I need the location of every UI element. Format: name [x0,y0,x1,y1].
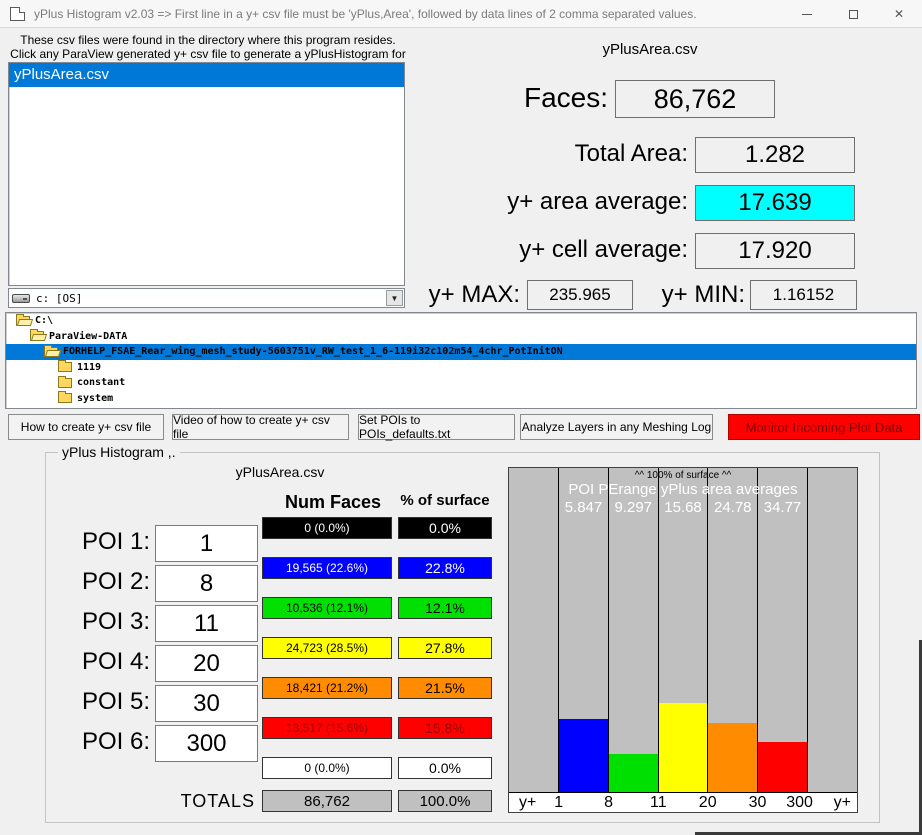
faces-cell-row5: 18,421 (21.2%) [262,677,392,699]
open-folder-icon [30,329,44,342]
faces-cell-row2: 19,565 (22.6%) [262,557,392,579]
poi-2-input[interactable] [155,565,258,602]
chart-plot-area [509,468,857,793]
totals-pct-cell: 100.0% [398,790,492,812]
closed-folder-icon [58,360,72,373]
pct-cell-row3: 12.1% [398,597,492,619]
total-area-label: Total Area: [574,140,688,167]
tree-item-system[interactable]: system [6,391,916,407]
faces-label: Faces: [523,82,608,113]
set-pois-defaults-button[interactable]: Set POIs to POIs_defaults.txt [358,413,515,441]
minimize-button[interactable] [784,0,830,28]
csv-file-list[interactable]: yPlusArea.csv [8,62,405,286]
faces-value: 86,762 [615,80,775,118]
pct-cell-row5: 21.5% [398,677,492,699]
directory-tree[interactable]: C:\ ParaView-DATA FORHELP_FSAE_Rear_wing… [5,312,917,409]
totals-faces-cell: 86,762 [262,790,392,812]
poi-4-label: POI 4: [81,648,150,675]
list-item-csv[interactable]: yPlusArea.csv [9,63,404,87]
area-average-label: y+ area average: [507,188,688,215]
chart-column [557,468,608,793]
chart-x-axis: y+ 1 8 11 20 30 300 y+ [509,792,857,812]
pct-cell-row7: 0.0% [398,757,492,779]
chart-range-averages: 5.847 9.297 15.68 24.78 34.77 [564,499,802,516]
bar-1-8 [558,718,608,793]
poi-6-label: POI 6: [81,728,150,755]
faces-cell-row3: 10,536 (12.1%) [262,597,392,619]
window-title: yPlus Histogram v2.03 => First line in a… [34,6,697,21]
num-faces-header: Num Faces [284,492,382,512]
poi-2-label: POI 2: [81,568,150,595]
poi-4-input[interactable] [155,645,258,682]
chart-column [707,468,758,793]
pct-cell-row1: 0.0% [398,517,492,539]
yplus-bar-chart: ^^ 100% of surface ^^ POI PErange yPlus … [508,467,858,813]
histogram-group-title: yPlus Histogram ,. [58,444,180,460]
total-area-value: 1.282 [695,137,855,173]
chart-column [807,468,857,793]
poi-5-input[interactable] [155,685,258,722]
chart-column [757,468,808,793]
ymin-label: y+ MIN: [661,281,745,308]
instructions-line1: These csv files were found in the direct… [20,33,396,47]
poi-3-label: POI 3: [81,608,150,635]
ymin-value: 1.16152 [750,280,857,310]
drive-combobox[interactable]: c: [OS] ▼ [8,288,405,308]
tree-item-paraview-data[interactable]: ParaView-DATA [6,329,916,345]
pct-surface-header: % of surface [400,492,490,509]
faces-cell-row7: 0 (0.0%) [262,757,392,779]
drive-combo-value: c: [OS] [36,291,83,305]
poi-6-input[interactable] [155,725,258,762]
how-to-create-csv-button[interactable]: How to create y+ csv file [8,414,164,440]
chart-subtitle: POI PErange yPlus area averages [568,481,798,498]
totals-label: TOTALS [180,791,255,811]
poi-3-input[interactable] [155,605,258,642]
minimize-icon [802,13,812,15]
bar-11-20 [658,702,708,793]
cell-average-value: 17.920 [695,233,855,269]
tree-item-root[interactable]: C:\ [6,313,916,329]
pct-cell-row2: 22.8% [398,557,492,579]
analyze-layers-button[interactable]: Analyze Layers in any Meshing Log [520,414,713,440]
chart-title: ^^ 100% of surface ^^ [634,470,732,481]
stats-csv-label: yPlusArea.csv [602,41,698,58]
faces-cell-row4: 24,723 (28.5%) [262,637,392,659]
closed-folder-icon [58,375,72,388]
pct-cell-row4: 27.8% [398,637,492,659]
ymax-value: 235.965 [527,280,633,310]
faces-cell-row1: 0 (0.0%) [262,517,392,539]
close-button[interactable]: ✕ [876,0,922,28]
bar-30-300 [758,741,808,793]
maximize-button[interactable] [830,0,876,28]
tree-item-1119[interactable]: 1119 [6,360,916,376]
tree-item-selected-study[interactable]: FORHELP_FSAE_Rear_wing_mesh_study-560375… [6,344,916,360]
poi-1-label: POI 1: [81,528,150,555]
maximize-icon [848,9,858,19]
faces-cell-row6: 13,517 (15.6%) [262,717,392,739]
pct-cell-row6: 15.8% [398,717,492,739]
closed-folder-icon [58,391,72,404]
app-window: yPlus Histogram v2.03 => First line in a… [0,0,922,835]
bar-20-30 [708,723,758,793]
ymax-label: y+ MAX: [428,281,520,308]
area-average-value: 17.639 [695,185,855,221]
chart-column [509,468,558,793]
chart-column [657,468,708,793]
chart-column [607,468,658,793]
open-folder-icon [44,344,58,357]
histogram-csv-label: yPlusArea.csv [235,464,325,480]
cell-average-label: y+ cell average: [519,236,688,263]
poi-1-input[interactable] [155,525,258,562]
chevron-down-icon[interactable]: ▼ [386,290,403,306]
tree-item-constant[interactable]: constant [6,375,916,391]
video-how-to-create-csv-button[interactable]: Video of how to create y+ csv file [172,413,349,441]
title-bar: yPlus Histogram v2.03 => First line in a… [0,0,922,28]
app-icon [10,6,25,21]
monitor-incoming-plot-data-button[interactable]: Monitor Incoming Plot Data [728,414,920,440]
poi-5-label: POI 5: [81,688,150,715]
open-folder-icon [16,313,30,326]
bar-8-11 [608,753,658,793]
drive-icon [12,293,30,303]
